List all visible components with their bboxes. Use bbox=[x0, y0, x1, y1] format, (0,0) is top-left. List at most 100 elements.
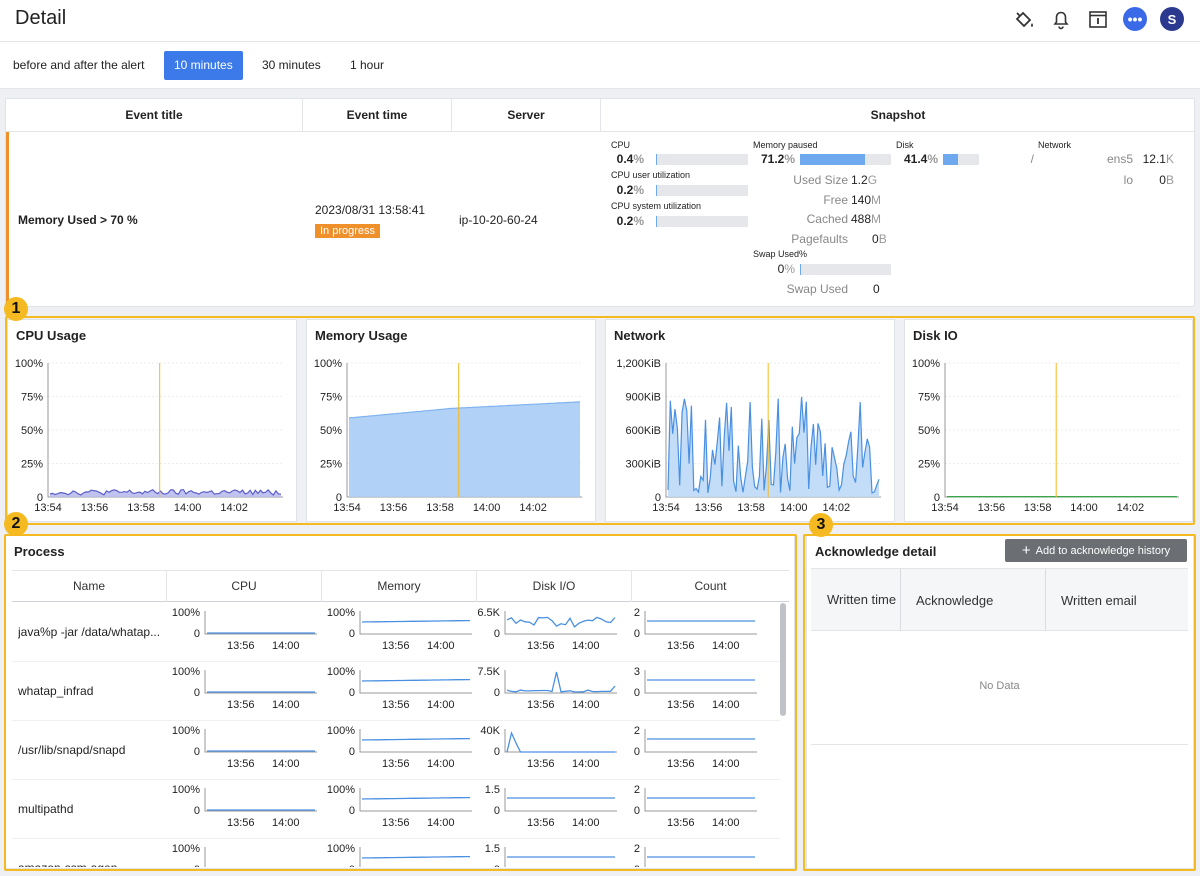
cpu-x-tick: 13:56 bbox=[81, 502, 109, 514]
ack-col-acknowledge[interactable]: Acknowledge bbox=[901, 569, 1046, 631]
process-memory-line bbox=[361, 855, 470, 859]
network-x-tick: 14:00 bbox=[780, 502, 808, 514]
process-count-axis bbox=[644, 611, 757, 635]
cpu-x-tick: 14:00 bbox=[174, 502, 202, 514]
table-row[interactable]: java%p -jar /data/whatap... 100% 0 13:56 14:… bbox=[12, 603, 780, 662]
process-memory-x-tick: 14:00 bbox=[427, 640, 455, 652]
process-cpu-max-label: 100% bbox=[172, 784, 200, 796]
process-scrollbar[interactable] bbox=[780, 603, 786, 716]
process-col-name[interactable]: Name bbox=[12, 571, 167, 602]
net-iface-ens5: ens5 bbox=[1106, 152, 1133, 166]
process-disk-mini-chart: 6.5K 0 13:56 14:00 bbox=[477, 607, 617, 652]
process-count-max-label: 2 bbox=[634, 607, 640, 619]
ack-col-written-email[interactable]: Written email bbox=[1046, 569, 1188, 631]
cpu-x-tick: 13:58 bbox=[127, 502, 155, 514]
process-col-count[interactable]: Count bbox=[632, 571, 789, 602]
event-summary-table: Event title Event time Server Snapshot M… bbox=[5, 98, 1195, 307]
process-memory-x-tick: 14:00 bbox=[427, 817, 455, 829]
memory-x-tick: 13:58 bbox=[426, 502, 454, 514]
add-acknowledge-button[interactable]: + Add to acknowledge history bbox=[1005, 539, 1187, 562]
col-event-time: Event time bbox=[303, 99, 452, 132]
process-count-zero-label: 0 bbox=[634, 805, 640, 817]
cpu-y-tick: 25% bbox=[21, 459, 43, 471]
range-10-minutes[interactable]: 10 minutes bbox=[164, 51, 243, 80]
table-row[interactable]: whatap_infrad 100% 0 13:56 14:00 100% 0 13:56 14… bbox=[12, 662, 780, 721]
range-1-hour[interactable]: 1 hour bbox=[340, 51, 394, 80]
process-cpu-max-label: 100% bbox=[172, 843, 200, 855]
process-disk-x-tick: 14:00 bbox=[572, 640, 600, 652]
range-30-minutes[interactable]: 30 minutes bbox=[252, 51, 331, 80]
paint-bucket-icon[interactable] bbox=[1012, 7, 1036, 31]
memory-y-tick: 100% bbox=[314, 358, 342, 370]
disk-mount: / bbox=[1030, 152, 1034, 166]
process-col-disk-io[interactable]: Disk I/O bbox=[477, 571, 632, 602]
cpu-usage-panel: CPU Usage 100% 75% 50% 25% 0 13:54 13:56 13:58 1… bbox=[7, 319, 297, 522]
network-x-tick: 13:54 bbox=[652, 502, 680, 514]
cpu-bar bbox=[656, 154, 748, 165]
used-size-label: Used Size bbox=[793, 173, 848, 187]
swap-used-value: 0 bbox=[873, 282, 880, 296]
process-col-cpu[interactable]: CPU bbox=[167, 571, 322, 602]
process-count-max-label: 2 bbox=[634, 725, 640, 737]
process-cpu-zero-label: 0 bbox=[194, 687, 200, 699]
process-cpu-mini-chart: 100% 0 13:56 14:00 bbox=[172, 666, 317, 711]
ack-col-written-time[interactable]: Written time bbox=[811, 569, 901, 631]
process-disk-x-tick: 13:56 bbox=[527, 758, 555, 770]
process-disk-max-label: 7.5K bbox=[477, 666, 500, 678]
snapshot-cpu-user-value: 0.2 bbox=[616, 183, 634, 197]
info-panel-icon[interactable] bbox=[1086, 7, 1110, 31]
process-memory-x-tick: 13:56 bbox=[382, 699, 410, 711]
process-count-mini-chart: 2 0 13:56 14:00 bbox=[634, 725, 757, 770]
table-row[interactable]: /usr/lib/snapd/snapd 100% 0 13:56 14:00 100% 0… bbox=[12, 721, 780, 780]
process-count-x-tick: 14:00 bbox=[712, 699, 740, 711]
pagefaults-value: 0 bbox=[872, 232, 879, 246]
bell-icon[interactable] bbox=[1049, 7, 1073, 31]
range-before-after-alert[interactable]: before and after the alert bbox=[3, 51, 154, 80]
table-row[interactable]: multipathd 100% 0 13:56 14:00 100% 0 13:56 14:00… bbox=[12, 780, 780, 839]
process-cpu-axis bbox=[204, 729, 317, 753]
disk-io-chart: 100%75%50%25%013:54 13:56 13:58 14:00 14:02 bbox=[912, 358, 1179, 514]
process-count-max-label: 2 bbox=[634, 784, 640, 796]
process-cpu-mini-chart: 100% 0 13:56 14:00 bbox=[172, 607, 317, 652]
plus-icon: + bbox=[1021, 542, 1031, 559]
snapshot-swap-label: Swap Used% bbox=[753, 249, 808, 259]
chat-icon[interactable]: ••• bbox=[1123, 7, 1147, 31]
process-cpu-x-tick: 13:56 bbox=[227, 640, 255, 652]
process-memory-max-label: 100% bbox=[327, 725, 355, 737]
cpu-usage-chart: 100%75%50%25%013:54 13:56 13:58 14:00 14:02 bbox=[15, 358, 283, 514]
pagefaults-label: Pagefaults bbox=[791, 232, 848, 246]
event-time: 2023/08/31 13:58:41 bbox=[315, 203, 426, 217]
marker-3: 3 bbox=[809, 513, 833, 537]
process-cpu-max-label: 100% bbox=[172, 607, 200, 619]
memory-y-tick: 75% bbox=[320, 392, 342, 404]
process-cpu-x-tick: 13:56 bbox=[227, 699, 255, 711]
process-cpu-zero-label: 0 bbox=[194, 628, 200, 640]
network-panel: Network 1,200KiB 900KiB 600KiB 300KiB 0 13:54… bbox=[605, 319, 895, 522]
process-memory-axis bbox=[359, 611, 472, 635]
memory-bar bbox=[800, 154, 891, 165]
process-cpu-x-tick: 14:00 bbox=[272, 640, 300, 652]
network-y-tick: 900KiB bbox=[626, 392, 661, 404]
table-row[interactable]: amazon-ssm-agen100%013:5614:00100%013:56… bbox=[12, 839, 780, 867]
process-disk-max-label: 1.5 bbox=[485, 843, 500, 855]
cached-label: Cached bbox=[806, 212, 848, 226]
process-table-header: Name CPU Memory Disk I/O Count bbox=[12, 570, 789, 602]
process-disk-mini-chart: 1.5013:5614:00 bbox=[485, 784, 617, 829]
process-cpu-axis bbox=[204, 670, 317, 694]
status-badge: In progress bbox=[315, 224, 381, 238]
process-memory-max-label: 100% bbox=[327, 843, 355, 855]
process-memory-mini-chart: 100% 0 13:56 14:00 bbox=[327, 666, 472, 711]
process-memory-x-tick: 14:00 bbox=[427, 699, 455, 711]
net-ens5-value: 12.1 bbox=[1142, 152, 1166, 166]
memory-area bbox=[349, 401, 580, 497]
process-memory-axis bbox=[359, 788, 472, 812]
process-col-memory[interactable]: Memory bbox=[322, 571, 477, 602]
process-disk-mini-chart: 1.5013:5614:00 bbox=[485, 843, 615, 867]
process-memory-axis bbox=[359, 729, 472, 753]
avatar[interactable]: S bbox=[1160, 7, 1184, 31]
cpu-x-tick: 14:02 bbox=[220, 502, 248, 514]
memory-usage-panel: Memory Usage 100% 75% 50% 25% 0 13:54 13:56 13:… bbox=[306, 319, 596, 522]
marker-2: 2 bbox=[4, 512, 28, 536]
header-icons: ••• S bbox=[1012, 7, 1184, 31]
col-snapshot: Snapshot bbox=[870, 108, 926, 122]
